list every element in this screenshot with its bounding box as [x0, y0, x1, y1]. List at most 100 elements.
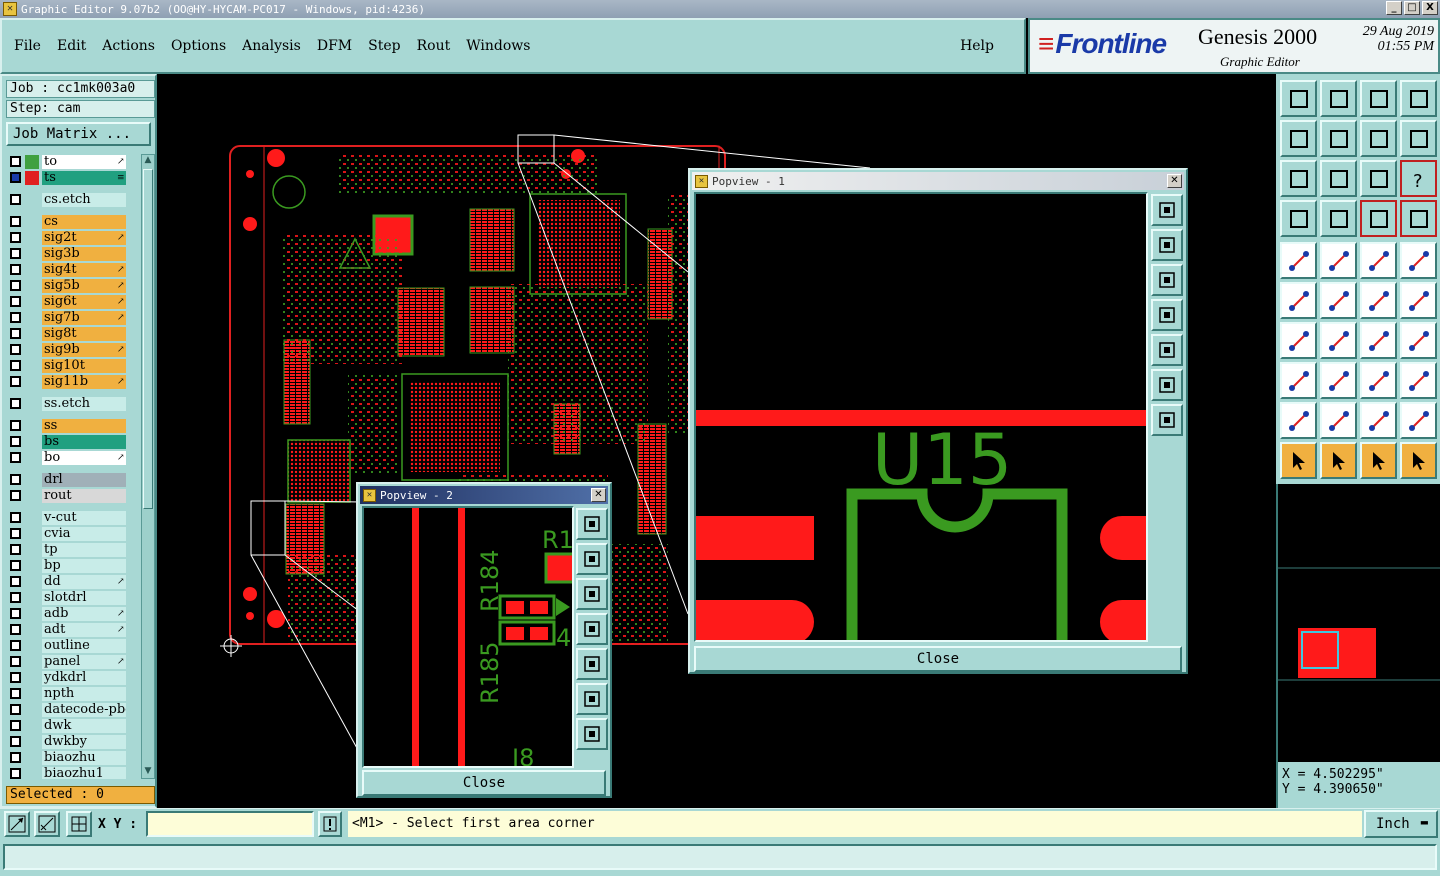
layer-checkbox[interactable]	[10, 264, 21, 275]
popview-1[interactable]: ✕ Popview - 1 ✕ U15 Close	[688, 168, 1188, 674]
layer-row[interactable]: sig10t	[6, 358, 140, 373]
layer-row[interactable]: bp	[6, 558, 140, 573]
layer-row[interactable]: sig9b ↗	[6, 342, 140, 357]
layer-name[interactable]: dd	[42, 574, 126, 589]
maximize-button[interactable]: □	[1404, 1, 1420, 15]
zoom-fit-icon[interactable]	[1151, 194, 1183, 226]
layer-name[interactable]: to	[42, 154, 126, 169]
layer-checkbox[interactable]	[10, 344, 21, 355]
layer-name[interactable]: sig10t	[42, 358, 126, 373]
layer-row[interactable]: drl	[6, 472, 140, 487]
layer-name[interactable]: biaozhu	[42, 750, 126, 765]
layer-row[interactable]: sig11b ↗	[6, 374, 140, 389]
layer-checkbox[interactable]	[10, 608, 21, 619]
layer-checkbox[interactable]	[10, 544, 21, 555]
pan-up-icon[interactable]	[1151, 229, 1183, 261]
help-icon[interactable]: ?	[1400, 160, 1437, 197]
menu-analysis[interactable]: Analysis	[242, 38, 301, 54]
layer-name[interactable]: drl	[42, 472, 126, 487]
layer-color-swatch[interactable]	[25, 154, 39, 169]
close-window-button[interactable]: X	[1422, 1, 1438, 15]
scroll-down-icon[interactable]: ▼	[142, 766, 154, 778]
layer-name[interactable]: outline	[42, 638, 126, 653]
popview-1-close-button[interactable]: Close	[694, 646, 1182, 672]
home-icon[interactable]	[1360, 80, 1397, 117]
grid-mode-icon[interactable]	[66, 811, 92, 837]
select-icon[interactable]	[1280, 442, 1317, 479]
popview-2[interactable]: ✕ Popview - 2 ✕ R1 4 I8 R185 R184 Close	[356, 482, 612, 798]
layer-down-icon[interactable]	[1320, 80, 1357, 117]
layer-name[interactable]: sig7b	[42, 310, 126, 325]
minimize-button[interactable]: _	[1386, 1, 1402, 15]
layer-name[interactable]: cs	[42, 214, 126, 229]
layer-name[interactable]: sig3b	[42, 246, 126, 261]
select-red-icon[interactable]	[1320, 242, 1357, 279]
layer-name[interactable]: v-cut	[42, 510, 126, 525]
layer-row[interactable]: adt ↗	[6, 622, 140, 637]
layer-checkbox[interactable]	[10, 528, 21, 539]
resize-icon[interactable]	[1360, 362, 1397, 399]
layer-checkbox[interactable]	[10, 720, 21, 731]
text-icon[interactable]	[1400, 322, 1437, 359]
layer-row[interactable]: ts ≡	[6, 170, 140, 185]
measure-mode-icon[interactable]	[34, 811, 60, 837]
layer-checkbox[interactable]	[10, 736, 21, 747]
layer-row[interactable]: to ↗	[6, 154, 140, 169]
layer-row[interactable]: sig5b ↗	[6, 278, 140, 293]
layer-name[interactable]: ss.etch	[42, 396, 126, 411]
contour-icon[interactable]	[1360, 402, 1397, 439]
layer-row[interactable]: ss	[6, 418, 140, 433]
layer-name[interactable]: sig8t	[42, 326, 126, 341]
popview-1-view[interactable]: U15	[694, 192, 1148, 642]
popview-1-titlebar[interactable]: ✕ Popview - 1	[692, 172, 1184, 190]
zoom-fit-icon[interactable]	[576, 508, 608, 540]
layer-checkbox[interactable]	[10, 560, 21, 571]
layer-name[interactable]: ydkdrl	[42, 670, 126, 685]
net-info-icon[interactable]	[1400, 200, 1437, 237]
layer-checkbox[interactable]	[10, 752, 21, 763]
layer-row[interactable]: sig6t ↗	[6, 294, 140, 309]
layer-row[interactable]: bo ↗	[6, 450, 140, 465]
menu-rout[interactable]: Rout	[417, 38, 451, 54]
layer-name[interactable]: ts	[42, 170, 126, 185]
layer-checkbox[interactable]	[10, 376, 21, 387]
layer-row[interactable]: biaozhu1	[6, 766, 140, 779]
layer-row[interactable]: adb ↗	[6, 606, 140, 621]
layer-name[interactable]: dwkby	[42, 734, 126, 749]
step-right-icon[interactable]	[1320, 120, 1357, 157]
popview-2-titlebar[interactable]: ✕ Popview - 2	[360, 486, 608, 504]
angle-icon[interactable]	[1280, 322, 1317, 359]
layer-row[interactable]: dd ↗	[6, 574, 140, 589]
pan-up-icon[interactable]	[576, 543, 608, 575]
menu-options[interactable]: Options	[171, 38, 226, 54]
layer-checkbox[interactable]	[10, 280, 21, 291]
layer-name[interactable]: sig6t	[42, 294, 126, 309]
layer-name[interactable]: sig4t	[42, 262, 126, 277]
layer-name[interactable]: sig5b	[42, 278, 126, 293]
pan-right-icon[interactable]	[576, 648, 608, 680]
layer-name[interactable]: tp	[42, 542, 126, 557]
layer-row[interactable]: ss.etch	[6, 396, 140, 411]
copy-icon[interactable]	[1400, 282, 1437, 319]
grid-icon[interactable]	[1320, 200, 1357, 237]
layer-checkbox[interactable]	[10, 296, 21, 307]
layer-checkbox[interactable]	[10, 248, 21, 259]
layer-checkbox[interactable]	[10, 194, 21, 205]
layer-row[interactable]: sig8t	[6, 326, 140, 341]
units-selector[interactable]: Inch ▬	[1364, 810, 1438, 838]
layer-row[interactable]: sig7b ↗	[6, 310, 140, 325]
menu-actions[interactable]: Actions	[102, 38, 155, 54]
layer-checkbox[interactable]	[10, 624, 21, 635]
layer-checkbox[interactable]	[10, 576, 21, 587]
cut-icon[interactable]	[1320, 362, 1357, 399]
layer-checkbox[interactable]	[10, 474, 21, 485]
arc-icon[interactable]	[1360, 322, 1397, 359]
surface-icon[interactable]	[1320, 402, 1357, 439]
layer-checkbox[interactable]	[10, 328, 21, 339]
layer-name[interactable]: cvia	[42, 526, 126, 541]
menu-step[interactable]: Step	[368, 38, 400, 54]
connect-icon[interactable]	[1280, 282, 1317, 319]
layer-name[interactable]: npth	[42, 686, 126, 701]
menu-file[interactable]: File	[14, 38, 41, 54]
scroll-up-icon[interactable]: ▲	[142, 155, 154, 167]
